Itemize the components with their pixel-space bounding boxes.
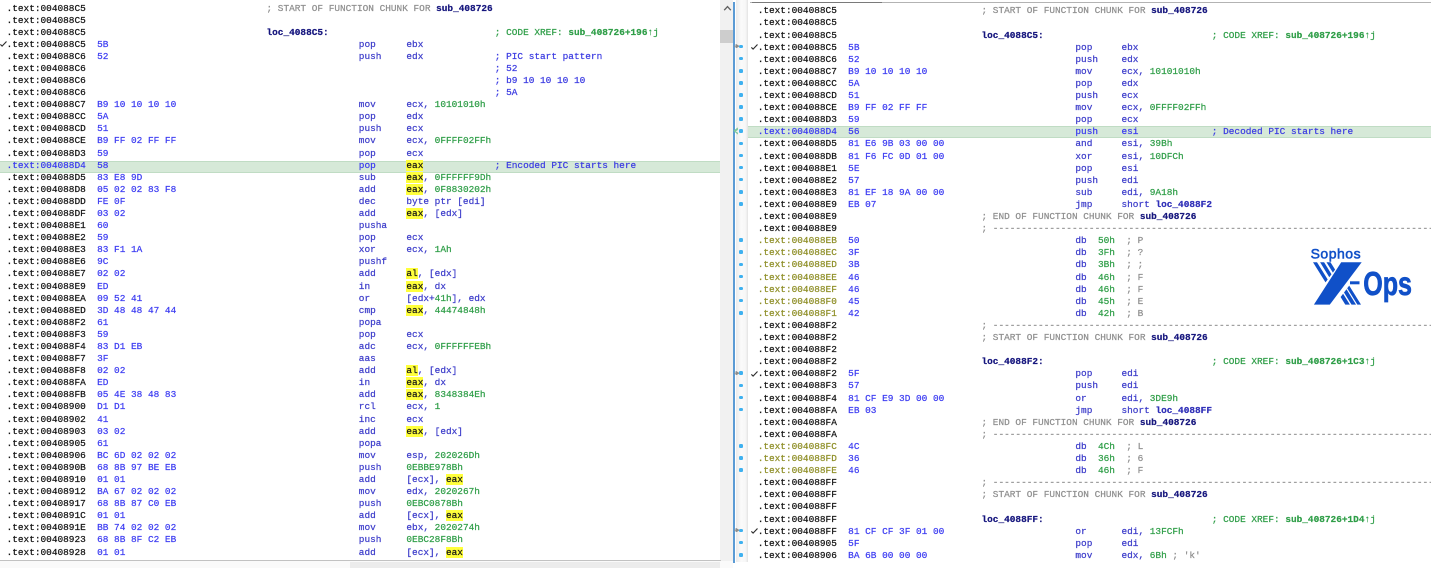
svg-text:Ops: Ops xyxy=(1363,266,1412,303)
svg-text:Sophos: Sophos xyxy=(1311,245,1361,261)
